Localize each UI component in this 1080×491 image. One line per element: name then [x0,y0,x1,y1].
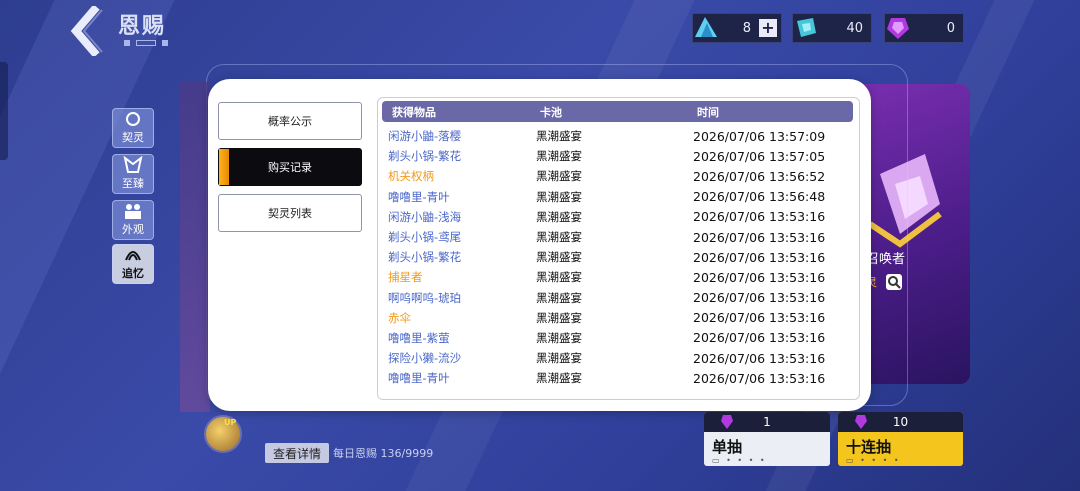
purple-gem-icon [887,18,909,39]
page-title: 恩赐 [118,14,167,39]
table-row: 机关权柄 黑潮盛宴 2026/07/06 13:56:52 [388,168,826,184]
crest-icon [123,156,143,173]
table-row: 捕星者 黑潮盛宴 2026/07/06 13:53:16 [388,269,826,285]
tab-zhizhen[interactable]: 至臻 [112,154,154,194]
back-button[interactable] [66,4,108,58]
records-table: 获得物品 卡池 时间 闲游小鼬-落樱 黑潮盛宴 2026/07/06 13:57:0… [377,97,860,400]
table-row: 剃头小锅-繁花 黑潮盛宴 2026/07/06 13:57:05 [388,148,826,164]
spirit-icon [126,112,140,126]
left-edge-handle [0,62,8,160]
table-row: 剃头小锅-繁花 黑潮盛宴 2026/07/06 13:53:16 [388,249,826,265]
tab-waiguan[interactable]: 外观 [112,200,154,240]
title-decoration [124,40,168,46]
table-body[interactable]: 闲游小鼬-落樱 黑潮盛宴 2026/07/06 13:57:09 剃头小锅-繁花 黑潮… [378,126,859,388]
panel-side-decoration [180,82,210,412]
table-row: 噜噜里-紫萤 黑潮盛宴 2026/07/06 13:53:16 [388,330,826,346]
table-row: 探险小獭-流沙 黑潮盛宴 2026/07/06 13:53:16 [388,350,826,366]
purchase-records-button[interactable]: 购买记录 [218,148,362,186]
currency-crystal: 8 + [692,13,782,43]
teal-gem-icon [797,18,816,37]
single-draw-button[interactable]: 1 单抽 ▭ • • • • [704,412,830,466]
table-row: 剃头小锅-鸢尾 黑潮盛宴 2026/07/06 13:53:16 [388,229,826,245]
table-row: 噜噜里-青叶 黑潮盛宴 2026/07/06 13:56:48 [388,189,826,205]
view-details-button[interactable]: 查看详情 [265,443,329,463]
table-row: 啊呜啊呜-琥珀 黑潮盛宴 2026/07/06 13:53:16 [388,290,826,306]
tab-zhuiyi[interactable]: 追忆 [112,244,154,284]
table-row: 赤伞 黑潮盛宴 2026/07/06 13:53:16 [388,310,826,326]
add-currency-button[interactable]: + [759,19,777,37]
probability-button[interactable]: 概率公示 [218,102,362,140]
daily-gift-counter: 每日恩赐 136/9999 [333,447,434,460]
currency-purple-gem: 0 [884,13,964,43]
tab-qiling[interactable]: 契灵 [112,108,154,148]
currency-teal-gem: 40 [792,13,872,43]
draw-decoration: ▭ • • • • [712,456,767,465]
table-header: 获得物品 卡池 时间 [382,101,853,122]
ten-draw-button[interactable]: 10 十连抽 ▭ • • • • [838,412,963,466]
blue-crystal-icon [695,17,717,37]
table-row: 噜噜里-青叶 黑潮盛宴 2026/07/06 13:53:16 [388,370,826,386]
draw-decoration: ▭ • • • • [846,456,901,465]
swirl-icon [125,251,141,261]
up-badge: UP [224,418,237,427]
spirit-list-button[interactable]: 契灵列表 [218,194,362,232]
table-row: 闲游小鼬-浅海 黑潮盛宴 2026/07/06 13:53:16 [388,209,826,225]
figures-icon [125,204,141,219]
chevron-left-icon [70,4,103,58]
purple-gem-icon [721,415,733,429]
purple-gem-icon [855,415,867,429]
table-row: 闲游小鼬-落樱 黑潮盛宴 2026/07/06 13:57:09 [388,128,826,144]
